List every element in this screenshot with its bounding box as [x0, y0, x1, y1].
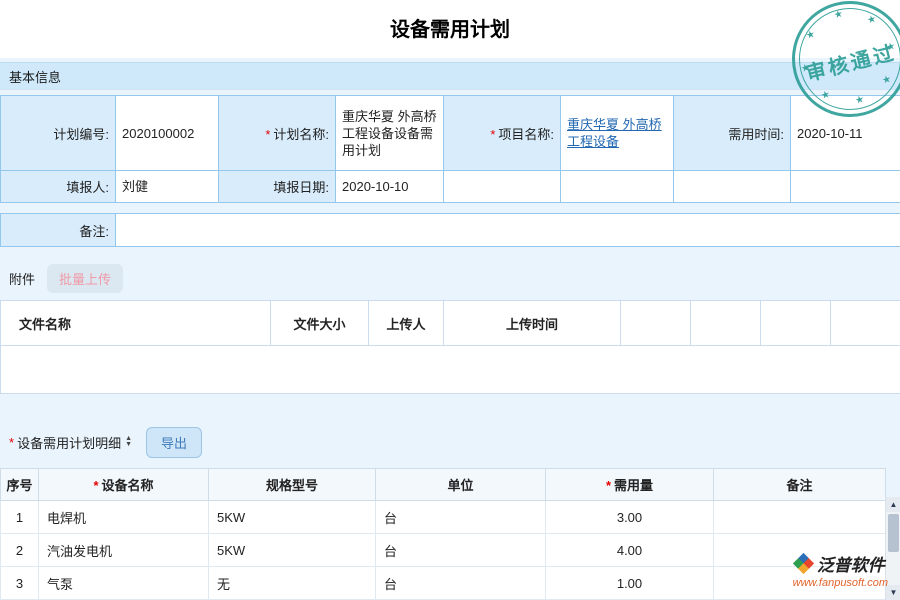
brand-url: www.fanpusoft.com: [793, 577, 888, 589]
cell-unit: 台: [376, 567, 546, 600]
cell-no: 2: [1, 534, 39, 567]
cell-equipment-name: 气泵: [39, 567, 209, 600]
file-name-header: 文件名称: [1, 301, 271, 346]
empty-cell: [561, 171, 674, 203]
cell-unit: 台: [376, 534, 546, 567]
required-mark: *: [490, 127, 495, 142]
qty-header: *需用量: [546, 469, 714, 501]
vendor-watermark: 泛普软件 www.fanpusoft.com: [793, 551, 888, 589]
unit-header: 单位: [376, 469, 546, 501]
need-time-label: 需用时间:: [674, 96, 791, 171]
title-bar: 设备需用计划: [0, 0, 900, 55]
uploader-header: 上传人: [369, 301, 444, 346]
brand-name: 泛普软件: [817, 551, 885, 576]
attachments-label: 附件: [9, 269, 35, 288]
cell-spec: 5KW: [209, 501, 376, 534]
empty-cell: [444, 171, 561, 203]
plan-no-label: 计划编号:: [1, 96, 116, 171]
empty-header: [691, 301, 761, 346]
remark-header: 备注: [714, 469, 886, 501]
batch-upload-button[interactable]: 批量上传: [47, 264, 123, 293]
sort-down-icon: ▼: [125, 442, 132, 448]
equipment-name-header: * 设备名称: [39, 469, 209, 501]
no-header: 序号: [1, 469, 39, 501]
details-bar: * 设备需用计划明细 ▲ ▼ 导出: [0, 424, 900, 460]
cell-qty: 1.00: [546, 567, 714, 600]
required-mark: *: [9, 435, 14, 450]
cell-equipment-name: 电焊机: [39, 501, 209, 534]
details-table: 序号 *设备名称 规格型号 单位 *需用量 备注 1 电焊机 5KW 台 3.0…: [0, 468, 886, 600]
scroll-up-button[interactable]: ▲: [886, 497, 900, 512]
fill-date-value: 2020-10-10: [336, 171, 444, 203]
details-section-title: 设备需用计划明细: [17, 433, 121, 452]
remark-row: 备注:: [0, 213, 900, 247]
scroll-down-button[interactable]: ▼: [886, 585, 900, 600]
empty-header: [761, 301, 831, 346]
attachments-empty-row: [1, 346, 900, 394]
table-row: 2 汽油发电机 5KW 台 4.00: [1, 534, 886, 567]
cell-qty: 4.00: [546, 534, 714, 567]
need-time-value: 2020-10-11: [791, 96, 900, 171]
plan-name-label: *计划名称:: [219, 96, 336, 171]
cell-no: 1: [1, 501, 39, 534]
fill-date-label: 填报日期:: [219, 171, 336, 203]
filler-label: 填报人:: [1, 171, 116, 203]
table-row: 1 电焊机 5KW 台 3.00: [1, 501, 886, 534]
attachments-bar: 附件 批量上传: [0, 263, 900, 293]
empty-cell: [674, 171, 791, 203]
remark-label: 备注:: [1, 214, 116, 247]
sort-icon[interactable]: ▲ ▼: [125, 436, 132, 448]
project-name-value: 重庆华夏 外高桥工程设备: [561, 96, 674, 171]
basic-info-title: 基本信息: [9, 67, 61, 86]
page-title: 设备需用计划: [390, 13, 510, 42]
cell-spec: 5KW: [209, 534, 376, 567]
export-button[interactable]: 导出: [146, 427, 202, 458]
basic-info-section-header: 基本信息: [0, 62, 900, 90]
empty-header: [831, 301, 900, 346]
plan-name-value: 重庆华夏 外高桥工程设备设备需用计划: [336, 96, 444, 171]
brand-row: 泛普软件: [793, 551, 888, 576]
cell-no: 3: [1, 567, 39, 600]
attachments-table: 文件名称 文件大小 上传人 上传时间: [0, 300, 900, 394]
required-mark: *: [606, 478, 611, 493]
project-name-label: *项目名称:: [444, 96, 561, 171]
cell-unit: 台: [376, 501, 546, 534]
equipment-name-header-text: 设备名称: [102, 478, 154, 493]
basic-info-form: 计划编号: 2020100002 *计划名称: 重庆华夏 外高桥工程设备设备需用…: [0, 95, 900, 203]
empty-header: [621, 301, 691, 346]
filler-value: 刘健: [116, 171, 219, 203]
cell-spec: 无: [209, 567, 376, 600]
remark-value: [116, 214, 900, 247]
cell-equipment-name: 汽油发电机: [39, 534, 209, 567]
upload-time-header: 上传时间: [444, 301, 621, 346]
empty-cell: [791, 171, 900, 203]
project-name-link[interactable]: 重庆华夏 外高桥工程设备: [567, 117, 662, 149]
cell-qty: 3.00: [546, 501, 714, 534]
qty-header-text: 需用量: [614, 478, 653, 493]
required-mark: *: [265, 127, 270, 142]
file-size-header: 文件大小: [271, 301, 369, 346]
plan-no-value: 2020100002: [116, 96, 219, 171]
plan-name-label-text: 计划名称:: [273, 127, 329, 142]
scroll-thumb[interactable]: [888, 514, 899, 552]
fanpu-logo-icon: [793, 553, 814, 574]
project-name-label-text: 项目名称:: [498, 127, 554, 142]
required-mark: *: [93, 478, 98, 493]
table-row: 3 气泵 无 台 1.00: [1, 567, 886, 600]
cell-remark: [714, 501, 886, 534]
spec-header: 规格型号: [209, 469, 376, 501]
